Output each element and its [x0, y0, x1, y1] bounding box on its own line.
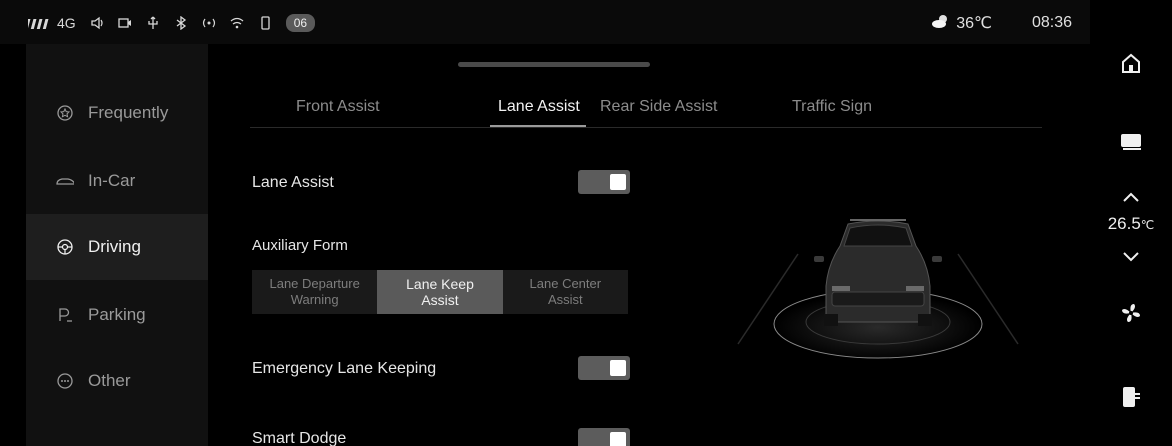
cloudy-sun-icon — [930, 13, 950, 34]
signal-bars-icon — [28, 19, 49, 29]
main-panel: Front Assist Lane Assist Rear Side Assis… — [208, 44, 1090, 446]
option-line: Assist — [547, 292, 583, 307]
temp-unit: ℃ — [1140, 218, 1155, 232]
option-line: Warning — [290, 292, 339, 307]
usb-icon — [146, 16, 160, 30]
auxiliary-form-selector: Lane Departure Warning Lane Keep Assist La… — [252, 270, 628, 314]
sidebar-item-in-car[interactable]: In-Car — [26, 148, 208, 214]
tab-front-assist[interactable]: Front Assist — [296, 98, 380, 116]
sidebar-item-label: Frequently — [88, 103, 169, 122]
sidebar-item-label: Parking — [88, 305, 146, 324]
sidebar-item-label: Driving — [88, 237, 141, 256]
sidebar-item-other[interactable]: Other — [26, 348, 208, 414]
temp-down-button[interactable] — [1116, 242, 1146, 272]
display-icon — [1121, 134, 1141, 150]
wifi-icon — [230, 16, 244, 30]
car-outline-icon — [56, 172, 74, 190]
sidebar-item-label: In-Car — [88, 171, 136, 190]
door-button[interactable] — [1116, 382, 1146, 412]
camera-icon — [118, 16, 132, 30]
cabin-temperature: 26.5℃ — [1090, 214, 1172, 234]
outside-temperature: 36℃ — [956, 15, 992, 32]
toggle-knob — [610, 432, 626, 446]
auxiliary-form-label: Auxiliary Form — [252, 237, 348, 254]
cellular-signal: 4G — [28, 15, 76, 31]
sidebar-item-frequently[interactable]: Frequently — [26, 80, 208, 146]
tab-rear-side-assist[interactable]: Rear Side Assist — [600, 98, 717, 116]
chevron-down-icon — [1123, 252, 1139, 262]
tab-bar: Front Assist Lane Assist Rear Side Assis… — [250, 92, 1042, 128]
car-illustration — [728, 194, 1028, 364]
status-bar: 4G 06 36℃ 08:36 — [0, 0, 1090, 44]
option-lane-departure-warning[interactable]: Lane Departure Warning — [252, 270, 377, 314]
steering-wheel-icon — [56, 238, 74, 256]
drag-handle[interactable] — [458, 62, 650, 67]
sidebar-item-label: Other — [88, 371, 131, 390]
toggle-knob — [610, 174, 626, 190]
weather: 36℃ — [930, 13, 992, 34]
tab-traffic-sign[interactable]: Traffic Sign — [792, 98, 872, 116]
sidebar-item-parking[interactable]: Parking — [26, 282, 208, 348]
fan-button[interactable] — [1116, 298, 1146, 328]
smart-dodge-label: Smart Dodge — [252, 430, 347, 446]
option-line: Lane Center — [529, 276, 602, 291]
option-line: Lane Departure — [269, 276, 360, 291]
emergency-lane-keeping-label: Emergency Lane Keeping — [252, 360, 437, 377]
temp-value: 26.5 — [1107, 214, 1141, 233]
parking-icon — [56, 306, 74, 324]
door-exit-icon — [1123, 387, 1140, 407]
fan-icon — [1122, 304, 1140, 322]
volume-icon — [90, 16, 104, 30]
temp-up-button[interactable] — [1116, 182, 1146, 212]
sidebar: Frequently In-Car Driving Parking Other — [26, 44, 208, 446]
option-lane-keep-assist[interactable]: Lane Keep Assist — [377, 270, 503, 314]
option-lane-center-assist[interactable]: Lane Center Assist — [503, 270, 628, 314]
star-icon — [56, 104, 74, 122]
home-button[interactable] — [1116, 48, 1146, 78]
network-type: 4G — [57, 15, 76, 31]
screen-button[interactable] — [1116, 126, 1146, 156]
status-right: 36℃ 08:36 — [930, 12, 1072, 34]
toggle-knob — [610, 360, 626, 376]
clock: 08:36 — [1031, 14, 1072, 31]
option-line: Assist — [421, 292, 459, 308]
smart-dodge-toggle[interactable] — [578, 428, 630, 446]
bluetooth-icon — [174, 16, 188, 30]
right-rail: 26.5℃ — [1090, 0, 1172, 446]
sidebar-item-driving[interactable]: Driving — [26, 214, 208, 280]
hotspot-icon — [202, 16, 216, 30]
chevron-up-icon — [1123, 192, 1139, 202]
notification-badge: 06 — [285, 14, 316, 32]
tab-lane-assist[interactable]: Lane Assist — [498, 98, 580, 116]
emergency-lane-keeping-toggle[interactable] — [578, 356, 630, 380]
option-line: Lane Keep — [406, 276, 474, 292]
lane-assist-toggle[interactable] — [578, 170, 630, 194]
status-icons: 4G 06 — [28, 12, 316, 34]
phone-icon — [258, 16, 272, 30]
lane-assist-label: Lane Assist — [252, 174, 334, 191]
active-tab-indicator — [490, 125, 586, 127]
home-icon — [1122, 53, 1140, 73]
more-icon — [56, 372, 74, 390]
